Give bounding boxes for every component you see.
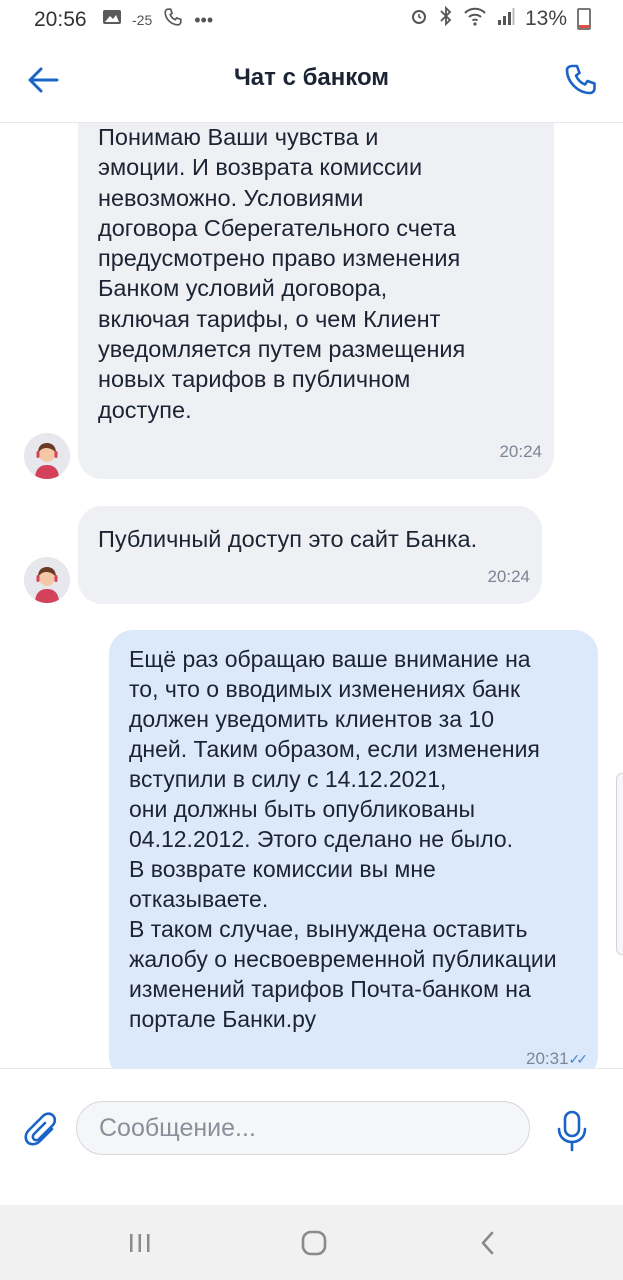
temperature-icon: -25 xyxy=(132,12,153,28)
message-text: Ещё раз обращаю ваше внимание на то, что… xyxy=(129,646,557,1032)
read-checkmarks-icon: ✓✓ xyxy=(568,1051,589,1067)
message-input[interactable] xyxy=(76,1101,530,1155)
operator-avatar-icon xyxy=(24,557,70,603)
message-time: 20:31✓✓ xyxy=(525,1044,589,1068)
signal-icon xyxy=(497,6,515,32)
status-icons-left: -25 ••• xyxy=(102,6,213,34)
operator-avatar xyxy=(24,557,70,603)
bluetooth-icon xyxy=(439,5,453,32)
chat-header: Чат с банком xyxy=(0,38,623,123)
system-back-button[interactable] xyxy=(468,1225,508,1261)
alarm-icon xyxy=(409,6,429,32)
status-bar: 20:56 -25 ••• 13% xyxy=(0,0,623,38)
message-outgoing: Ещё раз обращаю ваше внимание на то, что… xyxy=(109,630,598,1068)
operator-avatar-icon xyxy=(24,433,70,479)
message-time-value: 20:31 xyxy=(525,1049,569,1068)
page-title: Чат с банком xyxy=(233,64,390,91)
image-icon xyxy=(102,8,122,32)
message-text: Понимаю Ваши чувства и эмоции. И возврат… xyxy=(98,124,466,423)
message-composer xyxy=(0,1068,623,1206)
call-bank-button[interactable] xyxy=(561,60,601,100)
scrollbar-handle[interactable] xyxy=(616,773,623,955)
recent-apps-button[interactable] xyxy=(120,1225,160,1261)
message-time: 20:24 xyxy=(499,441,542,461)
message-incoming: Понимаю Ваши чувства и эмоции. И возврат… xyxy=(78,123,554,479)
wifi-icon xyxy=(463,6,487,32)
attach-button[interactable] xyxy=(22,1111,62,1151)
message-text: Публичный доступ это сайт Банка. xyxy=(98,526,478,552)
message-time: 20:24 xyxy=(487,566,530,586)
microphone-icon xyxy=(557,1110,587,1152)
chat-messages[interactable]: Понимаю Ваши чувства и эмоции. И возврат… xyxy=(0,123,623,1068)
home-icon xyxy=(301,1230,327,1256)
system-navigation-bar xyxy=(0,1205,623,1280)
message-incoming: Публичный доступ это сайт Банка. 20:24 xyxy=(78,506,542,604)
status-icons-right: 13% xyxy=(409,5,591,32)
voice-message-button[interactable] xyxy=(552,1109,592,1153)
chevron-left-icon xyxy=(481,1231,494,1255)
call-icon xyxy=(162,6,184,34)
battery-percent: 13% xyxy=(524,7,567,30)
recent-apps-icon xyxy=(130,1234,150,1252)
more-dots-icon: ••• xyxy=(194,10,214,30)
home-button[interactable] xyxy=(294,1225,334,1261)
battery-icon xyxy=(577,8,591,30)
phone-icon xyxy=(565,64,596,95)
paperclip-icon xyxy=(24,1112,57,1146)
operator-avatar xyxy=(24,433,70,479)
status-time: 20:56 xyxy=(34,8,87,31)
